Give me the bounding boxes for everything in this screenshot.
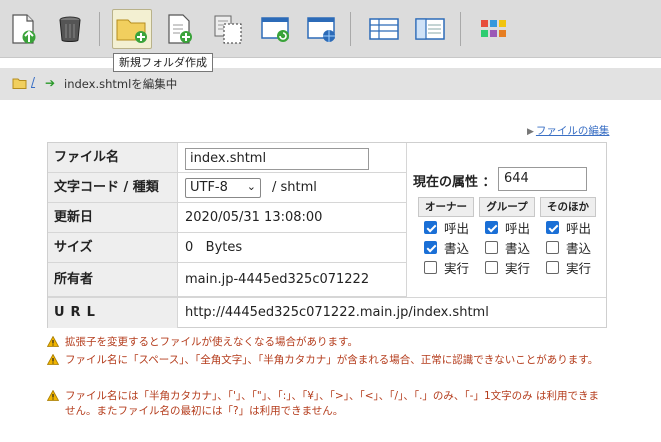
permission-input[interactable]: 644 [498, 167, 587, 191]
filename-label: ファイル名 [48, 143, 178, 172]
tiles-view-icon [481, 20, 506, 37]
warning-text: 拡張子を変更するとファイルが使えなくなる場合があります。 [65, 336, 358, 348]
warning-icon [47, 354, 59, 365]
permission-other-header: そのほか [540, 197, 596, 217]
checkbox[interactable] [424, 241, 437, 254]
size-label: サイズ [48, 233, 178, 262]
checkbox[interactable] [485, 261, 498, 274]
row-size: サイズ 0 Bytes [48, 233, 406, 263]
updated-value: 2020/05/31 13:08:00 [185, 210, 323, 225]
owner-read-checkbox[interactable]: 呼出 [418, 218, 474, 237]
breadcrumb: / ➔ index.shtmlを編集中 [0, 68, 661, 100]
delete-button[interactable] [50, 9, 90, 49]
url-value: http://4445ed325c071222.main.jp/index.sh… [185, 305, 489, 320]
row-updated: 更新日 2020/05/31 13:08:00 [48, 203, 406, 233]
permission-owner-column: オーナー 呼出 書込 実行 [418, 197, 474, 277]
breadcrumb-root-link[interactable]: / [31, 75, 35, 89]
arrow-right-icon: ➔ [45, 76, 56, 90]
checkbox-label: 実行 [444, 261, 470, 276]
warning-icon [47, 336, 59, 347]
list-view-button[interactable] [364, 9, 404, 49]
toolbar-separator [99, 12, 100, 46]
new-file-icon [168, 14, 192, 44]
tiles-view-button[interactable] [474, 9, 514, 49]
checkbox-label: 呼出 [444, 221, 470, 236]
split-view-button[interactable] [410, 9, 450, 49]
breadcrumb-current: index.shtmlを編集中 [64, 77, 178, 91]
file-info-table: ファイル名 index.shtml 文字コード / 種類 UTF-8 ⌄ / s… [47, 142, 607, 328]
trash-icon [59, 16, 81, 42]
checkbox-label: 書込 [444, 241, 470, 256]
edit-file-link[interactable]: ▶ ファイルの編集 [527, 123, 609, 138]
permission-other-column: そのほか 呼出 書込 実行 [540, 197, 596, 277]
open-browser-button[interactable] [302, 9, 342, 49]
toolbar-separator [350, 12, 351, 46]
owner-exec-checkbox[interactable]: 実行 [418, 258, 474, 277]
folder-icon[interactable] [12, 77, 27, 89]
permission-owner-header: オーナー [418, 197, 474, 217]
checkbox-label: 書込 [566, 241, 592, 256]
new-folder-button[interactable] [112, 9, 152, 49]
toolbar [0, 0, 661, 58]
checkbox[interactable] [424, 221, 437, 234]
copy-icon [214, 15, 242, 44]
file-type: / shtml [272, 180, 317, 195]
encoding-select-value: UTF-8 [190, 180, 228, 195]
permission-label: 現在の属性 ： [413, 175, 496, 190]
other-write-checkbox[interactable]: 書込 [540, 238, 596, 257]
warning-text: ファイル名には「半角カタカナ」、「'」、「"」、「:」、「¥」、「>」、「<」、… [65, 390, 599, 417]
group-write-checkbox[interactable]: 書込 [479, 238, 535, 257]
updated-label: 更新日 [48, 203, 178, 232]
other-read-checkbox[interactable]: 呼出 [540, 218, 596, 237]
split-view-icon [415, 18, 445, 40]
encoding-select[interactable]: UTF-8 ⌄ [185, 178, 261, 198]
row-filename: ファイル名 index.shtml [48, 143, 406, 173]
window-refresh-icon [261, 17, 289, 42]
triangle-right-icon: ▶ [527, 127, 534, 137]
checkbox-label: 書込 [505, 241, 531, 256]
warning-text: ファイル名に「スペース」、「全角文字」、「半角カタカナ」が含まれる場合、正常に認… [65, 354, 599, 366]
new-folder-icon [116, 19, 147, 43]
tooltip: 新規フォルダ作成 [113, 53, 213, 72]
row-owner: 所有者 main.jp-4445ed325c071222 [48, 263, 406, 297]
warning-icon [47, 390, 59, 401]
refresh-window-button[interactable] [256, 9, 296, 49]
new-file-button[interactable] [160, 9, 200, 49]
copy-button[interactable] [208, 9, 248, 49]
group-exec-checkbox[interactable]: 実行 [479, 258, 535, 277]
window-globe-icon [307, 17, 335, 42]
encoding-label: 文字コード / 種類 [48, 173, 178, 202]
chevron-down-icon: ⌄ [246, 180, 256, 193]
toolbar-separator [460, 12, 461, 46]
checkbox-label: 呼出 [505, 221, 531, 236]
group-read-checkbox[interactable]: 呼出 [479, 218, 535, 237]
checkbox[interactable] [546, 241, 559, 254]
owner-write-checkbox[interactable]: 書込 [418, 238, 474, 257]
checkbox-label: 実行 [505, 261, 531, 276]
upload-button[interactable] [4, 9, 44, 49]
owner-value: main.jp-4445ed325c071222 [185, 272, 370, 287]
checkbox[interactable] [485, 241, 498, 254]
filename-input[interactable]: index.shtml [185, 148, 369, 170]
checkbox[interactable] [546, 261, 559, 274]
checkbox-label: 実行 [566, 261, 592, 276]
owner-label: 所有者 [48, 263, 178, 296]
checkbox-label: 呼出 [566, 221, 592, 236]
panel-divider [406, 143, 407, 297]
list-view-icon [369, 18, 399, 40]
url-label: URL [48, 298, 178, 328]
checkbox[interactable] [424, 261, 437, 274]
checkbox[interactable] [546, 221, 559, 234]
other-exec-checkbox[interactable]: 実行 [540, 258, 596, 277]
upload-icon [12, 14, 36, 44]
row-url: URL http://4445ed325c071222.main.jp/inde… [48, 297, 606, 328]
row-encoding: 文字コード / 種類 UTF-8 ⌄ / shtml [48, 173, 406, 203]
checkbox[interactable] [485, 221, 498, 234]
edit-file-link-label: ファイルの編集 [535, 125, 610, 137]
size-value: 0 Bytes [185, 240, 243, 255]
permission-group-column: グループ 呼出 書込 実行 [479, 197, 535, 277]
permission-group-header: グループ [479, 197, 535, 217]
